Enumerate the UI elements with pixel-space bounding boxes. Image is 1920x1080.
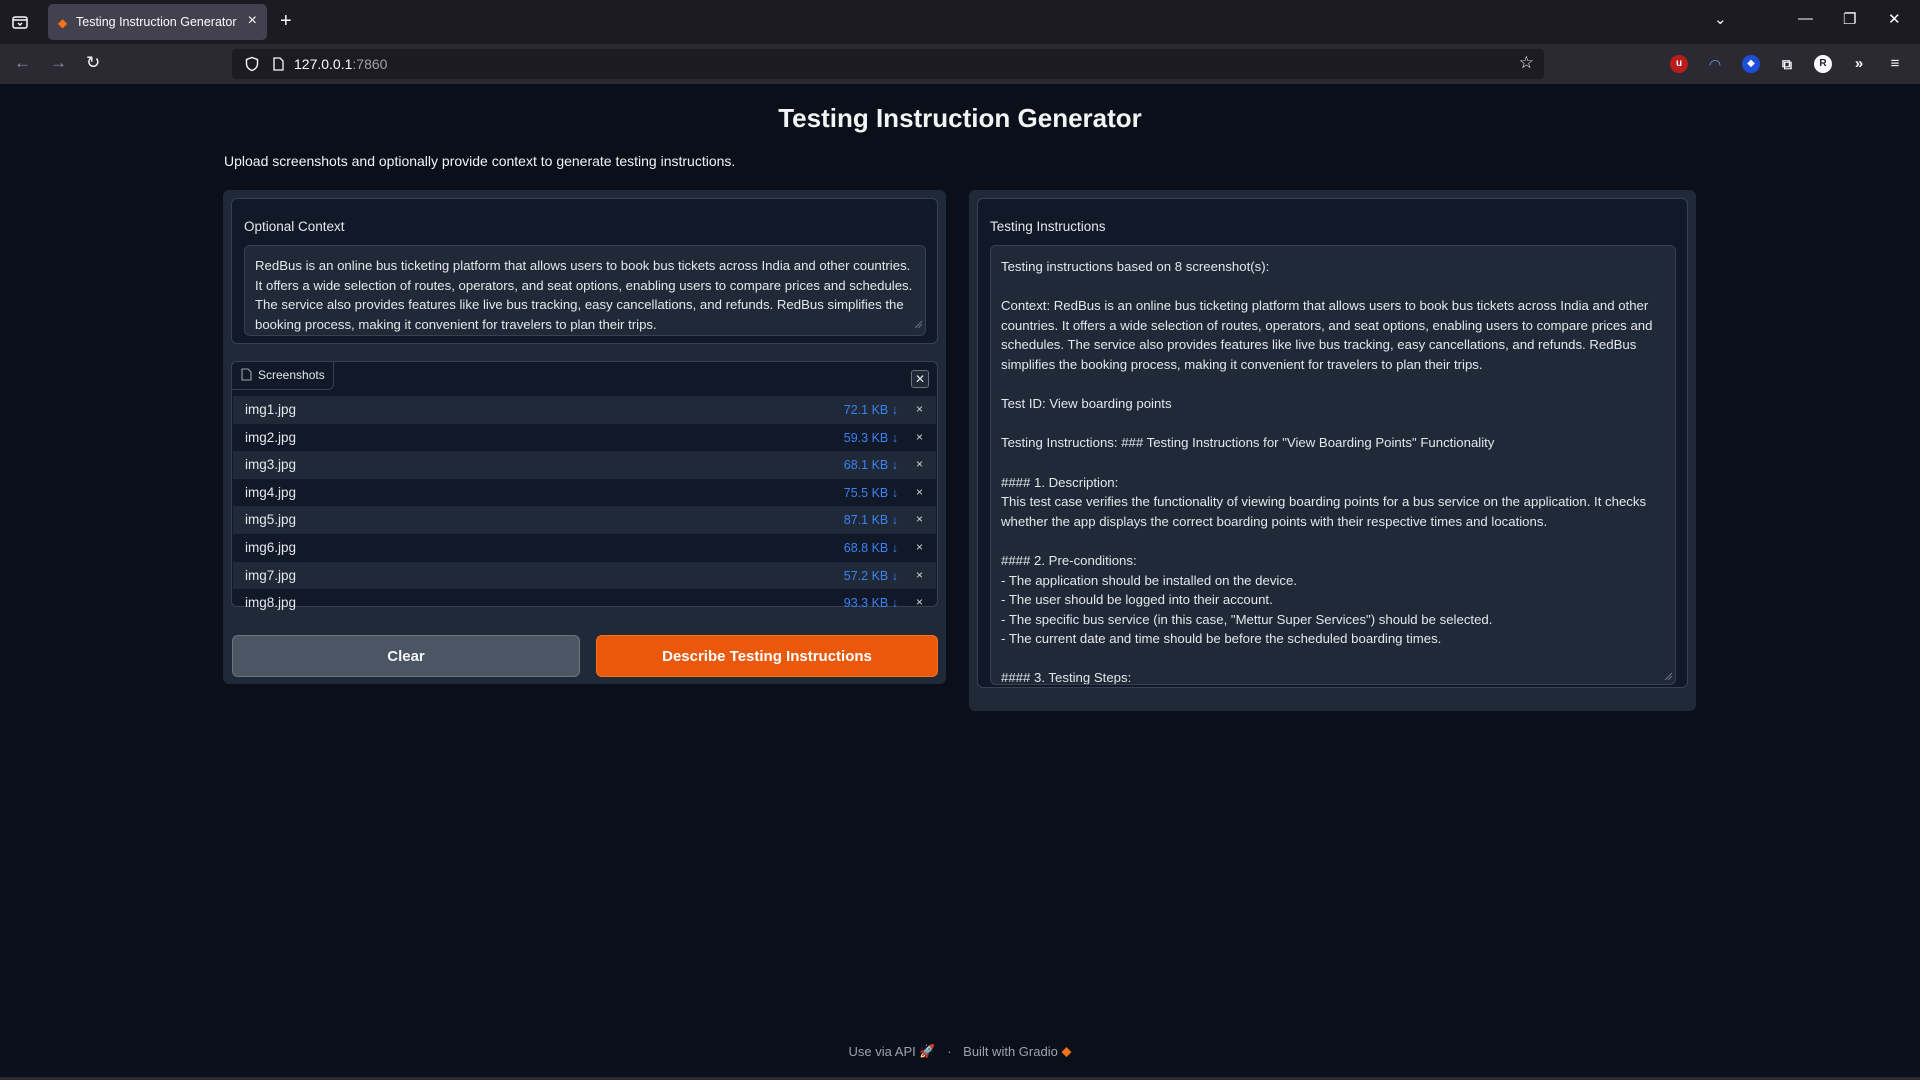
built-with-gradio-link[interactable]: Built with Gradio [963, 1044, 1058, 1059]
context-label: Optional Context [244, 219, 345, 234]
screenshots-header: Screenshots ✕ [232, 362, 937, 394]
clear-files-icon[interactable]: ✕ [911, 370, 929, 388]
arc-extension-icon[interactable]: ◠ [1706, 55, 1724, 73]
file-list: img1.jpg 72.1 KB ↓ × img2.jpg 59.3 KB ↓ × img3… [233, 396, 936, 617]
forward-icon[interactable]: → [50, 53, 67, 73]
file-name: img8.jpg [245, 595, 297, 611]
back-icon[interactable]: ← [14, 53, 31, 73]
minimize-icon[interactable]: — [1798, 10, 1813, 27]
clear-button[interactable]: Clear [232, 635, 580, 677]
output-block: Testing Instructions Testing instruction… [977, 198, 1688, 688]
file-row: img2.jpg 59.3 KB ↓ × [233, 424, 936, 452]
input-column: Optional Context RedBus is an online bus… [223, 190, 946, 684]
remove-file-icon[interactable]: × [916, 512, 923, 526]
describe-testing-instructions-button[interactable]: Describe Testing Instructions [596, 635, 938, 677]
file-name: img2.jpg [245, 429, 297, 445]
page-subtitle: Upload screenshots and optionally provid… [224, 153, 736, 169]
file-size-download-link[interactable]: 68.1 KB ↓ [844, 458, 898, 472]
file-name: img1.jpg [245, 402, 297, 417]
account-avatar-icon[interactable]: R [1814, 55, 1832, 73]
file-row: img5.jpg 87.1 KB ↓ × [233, 506, 936, 534]
new-tab-icon[interactable]: + [280, 10, 292, 33]
screenshots-upload: Screenshots ✕ img1.jpg 72.1 KB ↓ × img2.jpg… [231, 361, 938, 610]
tab-list-icon[interactable] [10, 12, 30, 32]
window-close-icon[interactable]: ✕ [1888, 10, 1901, 28]
context-textarea[interactable]: RedBus is an online bus ticketing platfo… [244, 245, 926, 336]
bookmark-star-icon[interactable]: ☆ [1519, 53, 1534, 73]
output-label: Testing Instructions [990, 219, 1106, 234]
shield-icon[interactable] [244, 56, 260, 72]
restore-icon[interactable]: ❐ [1843, 10, 1856, 28]
screenshots-label: Screenshots [232, 362, 334, 390]
remove-file-icon[interactable]: × [916, 568, 923, 582]
page-info-icon[interactable] [270, 56, 286, 72]
file-row: img3.jpg 68.1 KB ↓ × [233, 451, 936, 479]
file-row: img8.jpg 93.3 KB ↓ × [233, 589, 936, 617]
output-column: Testing Instructions Testing instruction… [969, 190, 1696, 711]
resize-grip-icon[interactable] [913, 319, 923, 329]
remove-file-icon[interactable]: × [916, 430, 923, 444]
menu-hamburger-icon[interactable]: ≡ [1886, 55, 1904, 73]
tab-overflow-chevron-icon[interactable]: ⌄ [1714, 10, 1727, 28]
file-size-download-link[interactable]: 59.3 KB ↓ [844, 431, 898, 445]
remove-file-icon[interactable]: × [916, 595, 923, 609]
footer: Use via API 🚀 · Built with Gradio ◆ [0, 1043, 1920, 1060]
file-row: img4.jpg 75.5 KB ↓ × [233, 479, 936, 507]
url-text: 127.0.0.1:7860 [294, 56, 388, 72]
tab-close-icon[interactable]: × [248, 12, 257, 30]
shield-extension-icon[interactable]: ◆ [1742, 55, 1760, 73]
page-title: Testing Instruction Generator [778, 103, 1142, 133]
file-icon [241, 368, 252, 381]
remove-file-icon[interactable]: × [916, 457, 923, 471]
browser-tab-bar: ◆ Testing Instruction Generator × + ⌄ — … [0, 0, 1920, 44]
file-name: img5.jpg [245, 512, 297, 528]
remove-file-icon[interactable]: × [916, 540, 923, 554]
file-name: img4.jpg [245, 484, 297, 500]
file-name: img6.jpg [245, 539, 297, 555]
browser-tab[interactable]: ◆ Testing Instruction Generator × [48, 4, 267, 40]
output-textarea[interactable]: Testing instructions based on 8 screensh… [990, 245, 1676, 685]
footer-separator: · [947, 1044, 952, 1060]
ublock-extension-icon[interactable]: u [1670, 55, 1688, 73]
file-row: img7.jpg 57.2 KB ↓ × [233, 561, 936, 590]
gradio-favicon-icon: ◆ [58, 16, 68, 30]
file-size-download-link[interactable]: 87.1 KB ↓ [844, 513, 898, 527]
use-via-api-link[interactable]: Use via API [849, 1044, 916, 1059]
overflow-chevrons-icon[interactable]: » [1850, 55, 1868, 73]
reload-icon[interactable]: ↻ [86, 53, 100, 73]
tab-title: Testing Instruction Generator [76, 15, 237, 29]
extensions-puzzle-icon[interactable]: ⧉ [1778, 55, 1796, 73]
remove-file-icon[interactable]: × [916, 402, 923, 416]
address-bar[interactable]: 127.0.0.1:7860 ☆ [232, 49, 1544, 79]
file-size-download-link[interactable]: 57.2 KB ↓ [844, 569, 898, 583]
file-row: img6.jpg 68.8 KB ↓ × [233, 534, 936, 562]
file-size-download-link[interactable]: 72.1 KB ↓ [844, 403, 898, 417]
remove-file-icon[interactable]: × [916, 485, 923, 499]
file-row: img1.jpg 72.1 KB ↓ × [233, 396, 936, 424]
file-name: img3.jpg [245, 457, 297, 473]
file-size-download-link[interactable]: 75.5 KB ↓ [844, 486, 898, 500]
rocket-icon: 🚀 [919, 1043, 936, 1059]
browser-nav-bar: ← → ↻ 127.0.0.1:7860 ☆ u ◠ ◆ ⧉ R » ≡ [0, 44, 1920, 84]
file-size-download-link[interactable]: 68.8 KB ↓ [844, 541, 898, 555]
file-name: img7.jpg [245, 567, 297, 583]
gradio-logo-icon: ◆ [1061, 1043, 1072, 1059]
file-size-download-link[interactable]: 93.3 KB ↓ [844, 596, 898, 610]
context-block: Optional Context RedBus is an online bus… [231, 198, 938, 344]
resize-grip-icon[interactable] [1663, 671, 1673, 681]
